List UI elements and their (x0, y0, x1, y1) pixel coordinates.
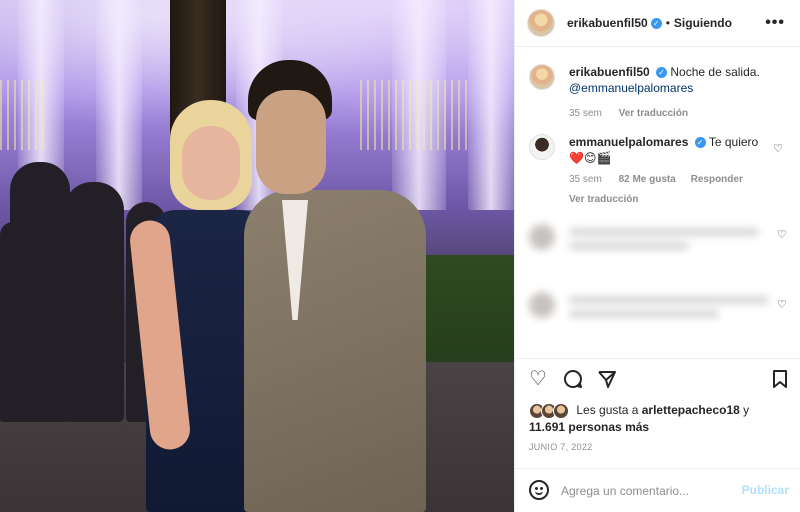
blurred-comment (529, 288, 791, 328)
reply-button[interactable]: Responder (691, 174, 743, 185)
comment-meta: 35 sem 82 Me gusta Responder (569, 172, 779, 188)
caption-body: erikabuenfil50 ✓ Noche de salida. @emman… (569, 64, 779, 122)
post-sidebar: erikabuenfil50 ✓ • Siguiendo ••• erikabu… (514, 0, 800, 512)
heart-outline-icon[interactable]: ♡ (773, 142, 783, 155)
translate-link[interactable]: Ver traducción (569, 194, 638, 205)
add-comment-bar: Publicar (515, 468, 800, 512)
verified-badge-icon: ✓ (694, 137, 706, 149)
commenter-avatar[interactable] (529, 134, 555, 160)
blurred-line (569, 242, 689, 250)
author-username[interactable]: erikabuenfil50 (567, 16, 648, 30)
heart-outline-icon[interactable]: ♡ (777, 228, 793, 241)
likes-prefix: Les gusta a (576, 403, 639, 417)
caption-age[interactable]: 35 sem (569, 108, 602, 119)
comment-age[interactable]: 35 sem (569, 174, 602, 185)
blurred-line (569, 296, 769, 304)
blurred-avatar (529, 224, 555, 250)
caption-meta: 35 sem Ver traducción (569, 106, 779, 122)
comments-list[interactable]: erikabuenfil50 ✓ Noche de salida. @emman… (515, 48, 800, 358)
taupe-suit (244, 190, 426, 512)
caption-mention[interactable]: @emmanuelpalomares (569, 81, 693, 95)
heart-outline-icon[interactable]: ♡ (529, 369, 547, 389)
drape (96, 0, 142, 210)
blurred-line (569, 228, 759, 236)
blurred-avatar (529, 292, 555, 318)
following-button[interactable]: Siguiendo (674, 16, 732, 30)
heart-outline-icon[interactable]: ♡ (777, 298, 793, 311)
author-avatar[interactable] (529, 64, 555, 90)
comment-input[interactable] (561, 481, 737, 501)
translate-link[interactable]: Ver traducción (619, 108, 688, 119)
comment-item: emmanuelpalomares ✓ Te quiero ❤️😊🎬 35 se… (529, 134, 791, 205)
comment-text: Te quiero (708, 135, 759, 149)
emoji-smile-icon[interactable] (529, 480, 549, 500)
likes-connector: y (743, 403, 750, 417)
verified-badge-icon: ✓ (650, 17, 662, 29)
comment-likes[interactable]: 82 Me gusta (619, 174, 676, 185)
caption-text: Noche de salida. (670, 65, 760, 79)
author-avatar[interactable] (527, 9, 555, 37)
comment-emojis: ❤️😊🎬 (569, 151, 612, 165)
caption: erikabuenfil50 ✓ Noche de salida. @emman… (529, 64, 791, 124)
comment-username[interactable]: emmanuelpalomares (569, 135, 688, 149)
blurred-comment (529, 220, 791, 260)
action-bar: ♡ (515, 358, 800, 400)
comment-bubble-icon[interactable] (563, 369, 583, 393)
more-options-icon[interactable]: ••• (765, 14, 785, 32)
woman-face (182, 126, 240, 200)
caption-username[interactable]: erikabuenfil50 (569, 65, 650, 79)
guest-silhouette (64, 182, 124, 422)
likes-summary: Les gusta a arlettepacheco18 y 11.691 pe… (529, 402, 791, 435)
liker-avatars (529, 402, 573, 419)
header-separator: • (665, 16, 670, 30)
post-photo[interactable] (0, 0, 514, 512)
comment-translate-row: Ver traducción (569, 192, 779, 208)
liker-avatar (553, 402, 569, 419)
drape (468, 0, 514, 210)
string-lights (0, 80, 48, 150)
likes-count[interactable]: 11.691 personas más (529, 420, 649, 434)
publish-button[interactable]: Publicar (742, 483, 789, 497)
verified-badge-icon: ✓ (656, 67, 668, 79)
bookmark-outline-icon[interactable] (771, 369, 789, 393)
man-face (256, 90, 326, 194)
post-header: erikabuenfil50 ✓ • Siguiendo ••• (515, 0, 800, 47)
paper-plane-icon[interactable] (597, 369, 617, 393)
man-figure (244, 60, 426, 512)
guest-silhouette (0, 222, 26, 422)
comment-body: emmanuelpalomares ✓ Te quiero ❤️😊🎬 35 se… (569, 134, 779, 208)
instagram-post: erikabuenfil50 ✓ • Siguiendo ••• erikabu… (0, 0, 800, 512)
liker-username[interactable]: arlettepacheco18 (642, 403, 740, 417)
post-date[interactable]: JUNIO 7, 2022 (529, 442, 592, 452)
blurred-line (569, 310, 719, 318)
